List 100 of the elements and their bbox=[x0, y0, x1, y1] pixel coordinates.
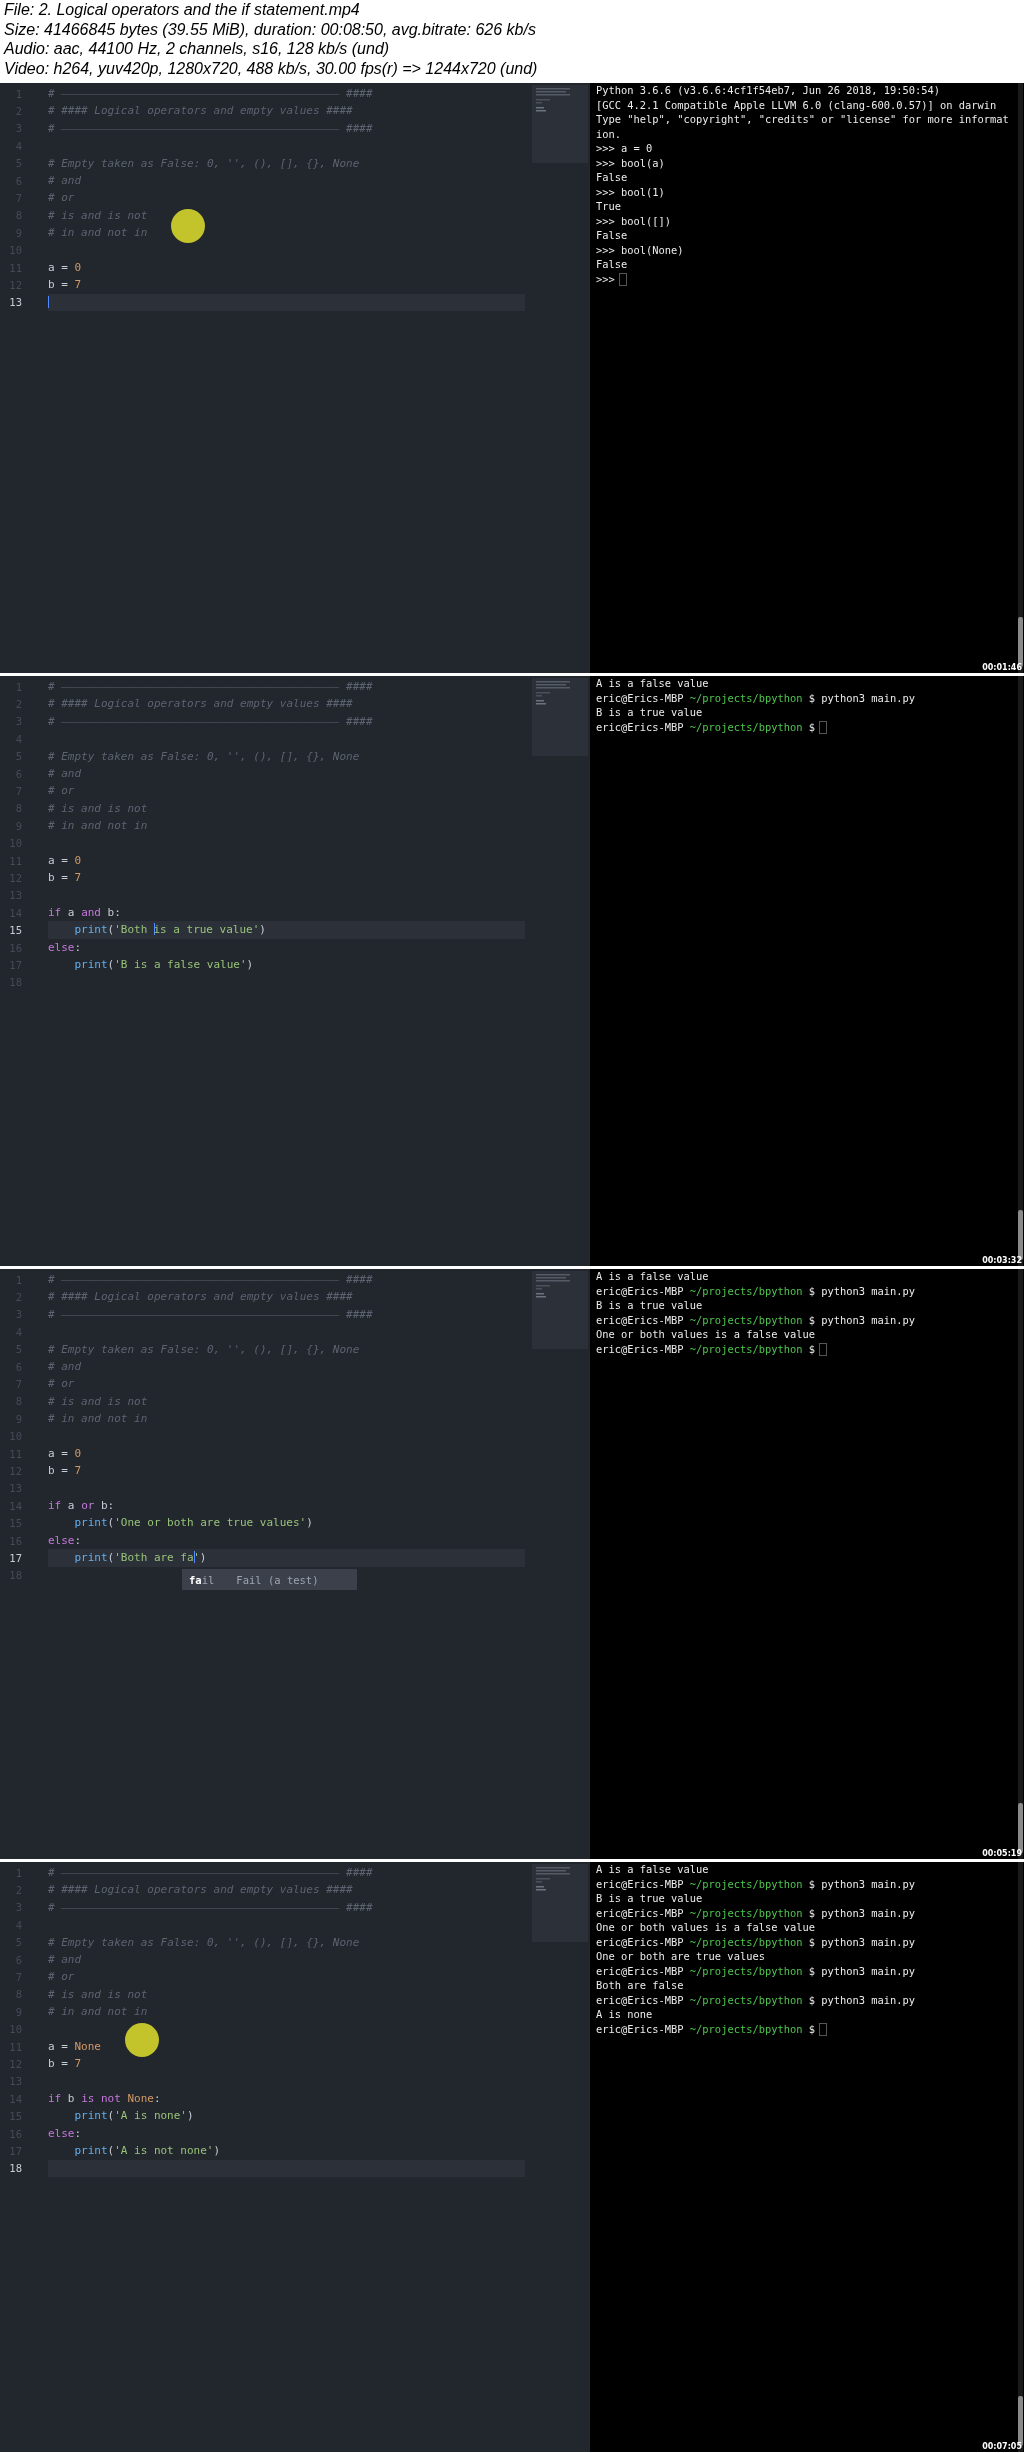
code-line[interactable]: else: bbox=[48, 2124, 525, 2143]
line-number: 17 bbox=[8, 1551, 22, 1564]
code-line[interactable]: a = 0 bbox=[48, 851, 525, 870]
code-line[interactable]: # is and is not bbox=[48, 206, 525, 225]
code-line[interactable]: # and bbox=[48, 1357, 525, 1376]
code-line[interactable]: # #### Logical operators and empty values #### bbox=[48, 1288, 525, 1306]
terminal-line: [GCC 4.2.1 Compatible Apple LLVM 6.0 (clang-600.0.57)] on darwin bbox=[596, 97, 997, 112]
minimap[interactable] bbox=[532, 1271, 588, 1349]
autocomplete-popup[interactable]: fail Fail (a test) bbox=[182, 1569, 357, 1590]
terminal-line: One or both values is a false value bbox=[596, 1327, 815, 1342]
code-line[interactable]: # —————————————————————————————————————————— #### bbox=[48, 1271, 525, 1289]
terminal-line: A is a false value bbox=[596, 676, 709, 691]
code-line[interactable]: else: bbox=[48, 938, 525, 957]
terminal-line: >>> bool([]) bbox=[596, 213, 672, 228]
timestamp: 00:05:19 bbox=[982, 1849, 1022, 1858]
terminal-line: One or both values is a false value bbox=[596, 1920, 815, 1935]
pointer-highlight bbox=[125, 2022, 159, 2057]
terminal-line: True bbox=[596, 199, 622, 214]
terminal-line: Both are false bbox=[596, 1978, 684, 1993]
code-line[interactable]: b = 7 bbox=[48, 276, 525, 294]
code-line[interactable]: # and bbox=[48, 764, 525, 783]
code-line[interactable]: # in and not in bbox=[48, 2003, 525, 2021]
line-number: 15 bbox=[8, 924, 22, 937]
file-info-line: Size: 41466845 bytes (39.55 MiB), duration: 00:08:50, avg.bitrate: 626 kb/s bbox=[4, 19, 536, 39]
code-line[interactable]: b = 7 bbox=[48, 2055, 525, 2073]
code-line[interactable]: # in and not in bbox=[48, 817, 525, 835]
code-line[interactable]: # is and is not bbox=[48, 1985, 525, 2004]
minimap[interactable] bbox=[532, 1864, 588, 1942]
code-line[interactable]: print('A is not none') bbox=[48, 2142, 525, 2160]
code-line[interactable]: a = 0 bbox=[48, 1444, 525, 1463]
code-line[interactable]: # —————————————————————————————————————————— #### bbox=[48, 1305, 525, 1324]
terminal-line: B is a true value bbox=[596, 1891, 703, 1906]
terminal-line: >>> bbox=[596, 271, 627, 286]
code-line[interactable]: # or bbox=[48, 189, 525, 207]
code-line[interactable]: # #### Logical operators and empty values #### bbox=[48, 102, 525, 120]
code-line[interactable]: # —————————————————————————————————————————— #### bbox=[48, 1864, 525, 1882]
code-line[interactable]: # —————————————————————————————————————————— #### bbox=[48, 85, 525, 103]
code-line[interactable]: if a and b: bbox=[48, 904, 525, 922]
suggestion[interactable]: fail bbox=[189, 1573, 215, 1586]
code-line[interactable]: # —————————————————————————————————————————— #### bbox=[48, 712, 525, 731]
code-line[interactable]: # —————————————————————————————————————————— #### bbox=[48, 678, 525, 696]
code-line[interactable]: # —————————————————————————————————————————— #### bbox=[48, 119, 525, 138]
terminal-line: Python 3.6.6 (v3.6.6:4cf1f54eb7, Jun 26 2018, 19:50:54) bbox=[596, 83, 941, 98]
terminal-line: False bbox=[596, 257, 628, 272]
timestamp: 00:01:46 bbox=[982, 663, 1022, 672]
code-line[interactable]: # Empty taken as False: 0, '', (), [], {}, None bbox=[48, 1340, 525, 1358]
code-line[interactable]: # in and not in bbox=[48, 1410, 525, 1428]
code-line[interactable]: # #### Logical operators and empty values #### bbox=[48, 695, 525, 713]
terminal-line: B is a true value bbox=[596, 705, 703, 720]
code-line[interactable]: # in and not in bbox=[48, 224, 525, 242]
code-line[interactable]: a = None bbox=[48, 2037, 525, 2056]
terminal-line: >>> bool(None) bbox=[596, 242, 684, 257]
terminal-line: eric@Erics-MBP ~/projects/bpython $ python3 main.py bbox=[596, 1963, 916, 1978]
line-number: 13 bbox=[8, 296, 22, 309]
code-line[interactable]: b = 7 bbox=[48, 869, 525, 887]
pointer-highlight bbox=[171, 209, 206, 244]
terminal-line: >>> bool(1) bbox=[596, 184, 665, 199]
code-line[interactable]: a = 0 bbox=[48, 258, 525, 277]
terminal-line: Type "help", "copyright", "credits" or "license" for more informat bbox=[596, 112, 1009, 127]
code-line[interactable]: # is and is not bbox=[48, 799, 525, 818]
file-info-line: Video: h264, yuv420p, 1280x720, 488 kb/s, 30.00 fps(r) => 1244x720 (und) bbox=[4, 58, 538, 78]
terminal-line: eric@Erics-MBP ~/projects/bpython $ bbox=[596, 719, 827, 734]
code-line[interactable]: # or bbox=[48, 782, 525, 800]
code-line[interactable]: # is and is not bbox=[48, 1392, 525, 1411]
terminal-line: False bbox=[596, 170, 628, 185]
code-line[interactable]: if b is not None: bbox=[48, 2090, 525, 2108]
terminal-line: One or both are true values bbox=[596, 1949, 765, 1964]
terminal-line: eric@Erics-MBP ~/projects/bpython $ python3 main.py bbox=[596, 1934, 916, 1949]
terminal-line: B is a true value bbox=[596, 1298, 703, 1313]
terminal-line: eric@Erics-MBP ~/projects/bpython $ bbox=[596, 2021, 827, 2036]
code-line[interactable]: # and bbox=[48, 1950, 525, 1969]
terminal-line: A is a false value bbox=[596, 1862, 709, 1877]
code-line[interactable]: if a or b: bbox=[48, 1497, 525, 1515]
terminal-line: ion. bbox=[596, 126, 622, 141]
code-line[interactable]: print('B is a false value') bbox=[48, 956, 525, 974]
code-line[interactable]: print('One or both are true values') bbox=[48, 1514, 525, 1532]
code-line[interactable]: # —————————————————————————————————————————— #### bbox=[48, 1898, 525, 1917]
code-line[interactable]: b = 7 bbox=[48, 1462, 525, 1480]
timestamp: 00:07:05 bbox=[982, 2442, 1022, 2451]
terminal-line: eric@Erics-MBP ~/projects/bpython $ python3 main.py bbox=[596, 1876, 916, 1891]
terminal-line: eric@Erics-MBP ~/projects/bpython $ python3 main.py bbox=[596, 1283, 916, 1298]
code-line[interactable]: # Empty taken as False: 0, '', (), [], {}, None bbox=[48, 154, 525, 172]
code-line[interactable]: # or bbox=[48, 1968, 525, 1986]
terminal-line: >>> a = 0 bbox=[596, 141, 653, 156]
code-line[interactable]: # and bbox=[48, 171, 525, 190]
terminal-line: eric@Erics-MBP ~/projects/bpython $ python3 main.py bbox=[596, 1992, 916, 2007]
code-line[interactable]: else: bbox=[48, 1531, 525, 1550]
terminal-line: eric@Erics-MBP ~/projects/bpython $ python3 main.py bbox=[596, 1905, 916, 1920]
code-line[interactable]: # or bbox=[48, 1375, 525, 1393]
minimap[interactable] bbox=[532, 85, 588, 163]
code-line[interactable]: # Empty taken as False: 0, '', (), [], {}, None bbox=[48, 1933, 525, 1951]
terminal-line: A is a false value bbox=[596, 1269, 709, 1284]
file-info-line: File: 2. Logical operators and the if statement.mp4 bbox=[4, 0, 360, 20]
terminal-line: A is none bbox=[596, 2007, 653, 2022]
file-info-line: Audio: aac, 44100 Hz, 2 channels, s16, 128 kb/s (und) bbox=[4, 39, 390, 59]
code-line[interactable]: # Empty taken as False: 0, '', (), [], {}, None bbox=[48, 747, 525, 765]
code-line[interactable]: print('A is none') bbox=[48, 2107, 525, 2125]
minimap[interactable] bbox=[532, 678, 588, 756]
terminal-line: eric@Erics-MBP ~/projects/bpython $ python3 main.py bbox=[596, 1312, 916, 1327]
code-line[interactable]: # #### Logical operators and empty values #### bbox=[48, 1881, 525, 1899]
